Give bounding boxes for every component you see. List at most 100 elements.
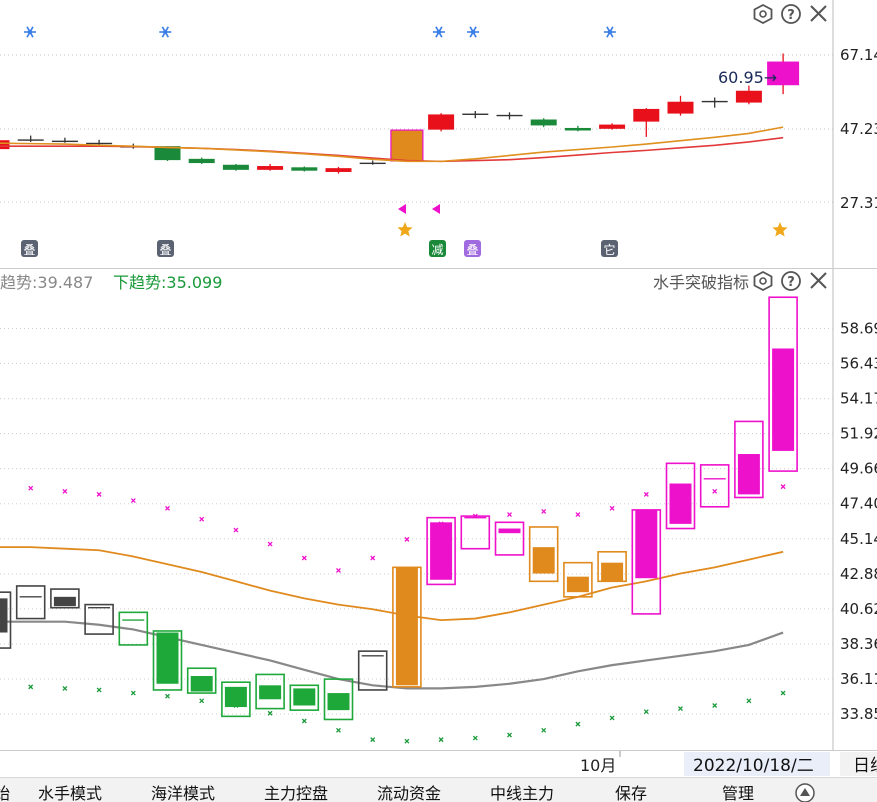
snowflake-icon <box>603 26 616 38</box>
top-price-label-1: 47.23 <box>840 120 877 138</box>
indicator-candle-body <box>566 576 589 593</box>
toolbar-tab-5[interactable]: 中线主力 <box>490 784 554 802</box>
support-dot <box>507 732 512 738</box>
support-dot <box>746 698 752 704</box>
bottom-price-label: 47.40 <box>840 495 877 513</box>
resistance-dot <box>62 488 68 494</box>
svg-text:叠: 叠 <box>23 243 35 257</box>
resistance-dot <box>643 491 649 497</box>
bottom-panel: 58.69 56.43 54.17 51.92 49.66 47.40 45.14 42.88… <box>0 269 877 750</box>
svg-text:?: ? <box>787 275 795 290</box>
bottom-panel-buttons: ? <box>753 270 827 292</box>
resistance-dot <box>233 527 239 533</box>
support-dot <box>96 687 102 693</box>
resistance-dot <box>541 508 547 514</box>
indicator-candle-body <box>532 547 555 574</box>
toolbar-tab-6[interactable]: 保存 <box>615 784 647 802</box>
indicator-candle-body <box>395 567 418 686</box>
resistance-dot <box>301 555 307 561</box>
top-candle-body <box>222 164 249 170</box>
flag-icon <box>432 204 440 214</box>
support-dot <box>199 698 205 704</box>
signal-tag-3[interactable]: 叠 <box>464 240 481 257</box>
toolbar-tab-1[interactable]: 水手模式 <box>38 784 102 802</box>
bottom-toolbar: 原始 水手模式 海洋模式 主力控盘 流动资金 中线主力 保存 管理 <box>0 777 877 802</box>
indicator-close-icon[interactable] <box>810 272 827 289</box>
top-candle-body <box>599 124 626 129</box>
bottom-indicator-lines <box>0 546 784 690</box>
bottom-price-labels: 58.69 56.43 54.17 51.92 49.66 47.40 45.14 42.88… <box>840 319 877 723</box>
indicator-settings-icon[interactable] <box>753 270 773 292</box>
snowflake-icon <box>159 26 172 38</box>
top-candle-body <box>564 127 591 131</box>
bottom-price-label: 49.66 <box>840 460 877 478</box>
top-candle-body <box>428 114 455 130</box>
top-candle-body <box>735 90 762 103</box>
star-icon <box>772 222 788 237</box>
resistance-dot <box>267 541 273 547</box>
support-dot <box>780 690 786 696</box>
signal-tag-0[interactable]: 叠 <box>21 240 38 257</box>
bottom-price-label: 33.85 <box>840 705 877 723</box>
indicator-candle-frame <box>15 585 46 620</box>
help-icon[interactable]: ? <box>781 4 801 24</box>
top-panel: 67.14 47.23 27.31 60.95→ 叠 叠 减 叠 <box>0 0 877 268</box>
top-candle-body <box>667 101 694 114</box>
indicator-help-icon[interactable]: ? <box>781 271 801 291</box>
bottom-price-label: 51.92 <box>840 425 877 443</box>
indicator-candle-body <box>635 509 658 579</box>
top-candle-body <box>86 142 113 145</box>
support-dot <box>130 690 136 696</box>
bottom-price-label: 56.43 <box>840 355 877 373</box>
toolbar-tab-3[interactable]: 主力控盘 <box>264 784 328 802</box>
svg-text:?: ? <box>787 8 795 23</box>
top-candle-body <box>701 100 728 103</box>
bottom-price-label: 40.62 <box>840 600 877 618</box>
resistance-dot <box>404 536 410 542</box>
period-tab[interactable]: 日线 <box>853 756 877 776</box>
toolbar-tab-2[interactable]: 海洋模式 <box>151 784 215 802</box>
indicator-candle-body <box>669 483 692 524</box>
scroll-up-icon[interactable] <box>795 783 815 802</box>
top-candle-body <box>257 166 284 170</box>
resistance-dot <box>712 488 718 494</box>
resistance-dot <box>609 505 615 511</box>
toolbar-tab-4[interactable]: 流动资金 <box>377 784 441 802</box>
indicator-candle-body <box>327 693 350 711</box>
signal-tag-1[interactable]: 叠 <box>157 240 174 257</box>
top-candle-body <box>633 108 660 122</box>
toolbar-tab-7[interactable]: 管理 <box>722 784 754 802</box>
resistance-dot <box>336 567 341 573</box>
indicator-candle-body <box>601 562 624 582</box>
svg-text:叠: 叠 <box>466 243 478 257</box>
indicator-candle-frame <box>699 464 730 508</box>
top-candle-body <box>51 140 78 143</box>
svg-text:减: 减 <box>431 243 443 257</box>
signal-tag-2[interactable]: 减 <box>429 240 446 257</box>
date-bar: 10月 2022/10/18/二 日线 <box>0 750 877 777</box>
bottom-price-label: 42.88 <box>840 565 877 583</box>
up-trend-label: 上趋势:39.487 <box>0 273 93 292</box>
toolbar-tab-0[interactable]: 原始 <box>0 784 10 802</box>
indicator-candle-body <box>259 685 282 700</box>
resistance-dot <box>130 498 136 504</box>
bottom-price-label: 45.14 <box>840 530 877 548</box>
indicator-name[interactable]: 水手突破指标 <box>653 273 749 292</box>
support-dot <box>28 684 34 690</box>
resistance-dot <box>575 512 581 518</box>
indicator-candle-body <box>293 688 316 706</box>
support-dot <box>370 737 376 743</box>
signal-tags: 叠 叠 减 叠 它 <box>21 240 618 257</box>
top-candle-body <box>496 114 523 117</box>
top-candle-body <box>188 158 215 164</box>
top-candle-body <box>0 140 10 150</box>
indicator-candle-body <box>430 522 453 580</box>
close-icon[interactable] <box>810 5 827 22</box>
signal-tag-4[interactable]: 它 <box>601 240 618 257</box>
settings-icon[interactable] <box>753 3 773 25</box>
indicator-candle-body <box>190 675 213 692</box>
month-label: 10月 <box>580 756 616 775</box>
indicator-candle-frame <box>460 515 491 550</box>
bottom-price-label: 58.69 <box>840 319 877 337</box>
indicator-candle-body <box>498 528 521 534</box>
